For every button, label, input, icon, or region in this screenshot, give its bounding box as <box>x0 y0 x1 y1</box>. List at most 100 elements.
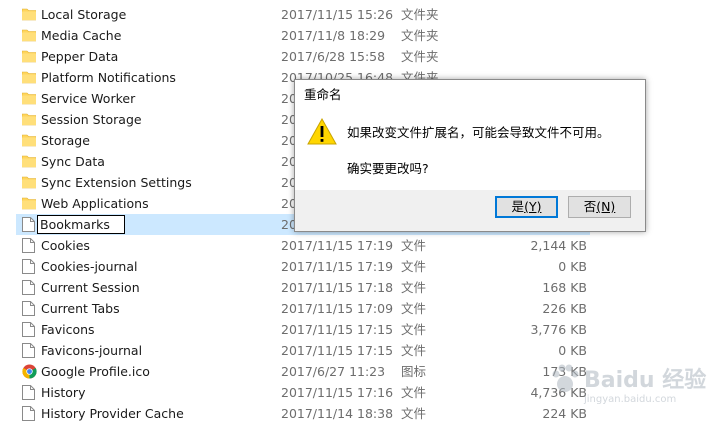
rename-confirm-dialog: 重命名 如果改变文件扩展名，可能会导致文件不可用。 确实要更改吗? 是(Y) 否… <box>294 79 646 232</box>
file-name: Favicons-journal <box>41 343 143 358</box>
folder-icon <box>21 7 37 22</box>
yes-button-label: 是 <box>511 199 525 214</box>
folder-icon <box>21 70 37 85</box>
yes-button-key: (Y) <box>524 199 542 214</box>
file-icon <box>22 259 36 274</box>
file-type: 文件 <box>401 301 427 316</box>
file-size <box>480 46 587 67</box>
file-date: 2017/6/28 15:58 <box>281 49 386 64</box>
file-size: 3,776 KB <box>530 322 587 337</box>
file-row[interactable]: Current Tabs 2017/11/15 17:09 文件 226 KB <box>0 298 719 319</box>
file-row[interactable]: Pepper Data 2017/6/28 15:58 文件夹 <box>0 46 719 67</box>
folder-icon <box>21 154 37 169</box>
file-name: Sync Extension Settings <box>41 175 192 190</box>
file-name: Service Worker <box>41 91 136 106</box>
file-size: 168 KB <box>542 280 587 295</box>
chrome-icon <box>22 364 37 379</box>
folder-icon <box>21 196 37 211</box>
file-date: 2017/11/15 17:09 <box>281 301 394 316</box>
file-date: 2017/11/15 17:19 <box>281 259 394 274</box>
file-name: Google Profile.ico <box>41 364 150 379</box>
file-icon <box>22 280 36 295</box>
dialog-question: 确实要更改吗? <box>347 161 429 176</box>
file-date: 2017/11/8 18:29 <box>281 28 386 43</box>
file-date: 2017/11/15 17:15 <box>281 322 394 337</box>
folder-icon <box>21 112 37 127</box>
folder-icon <box>21 49 37 64</box>
file-row[interactable]: Local Storage 2017/11/15 15:26 文件夹 <box>0 4 719 25</box>
baidu-watermark: Baidu 经验 jingyan.baidu.com <box>548 362 706 405</box>
file-type: 文件 <box>401 280 427 295</box>
file-name: Media Cache <box>41 28 122 43</box>
dialog-message: 如果改变文件扩展名，可能会导致文件不可用。 <box>347 125 610 140</box>
file-size: 0 KB <box>558 259 587 274</box>
file-date: 2017/6/27 11:23 <box>281 364 386 379</box>
file-type: 文件 <box>401 406 427 421</box>
file-icon <box>22 238 36 253</box>
folder-icon <box>21 28 37 43</box>
watermark-subtext: jingyan.baidu.com <box>584 394 677 405</box>
folder-icon <box>21 91 37 106</box>
file-name: Current Session <box>41 280 140 295</box>
file-type: 文件 <box>401 343 427 358</box>
file-type: 文件 <box>401 238 427 253</box>
file-type: 文件 <box>401 322 427 337</box>
no-button-label: 否 <box>583 199 597 214</box>
file-name: Storage <box>41 133 90 148</box>
file-type: 文件 <box>401 259 427 274</box>
dialog-title: 重命名 <box>304 87 342 102</box>
file-type: 文件夹 <box>401 7 439 22</box>
file-row[interactable]: Current Session 2017/11/15 17:18 文件 168 KB <box>0 277 719 298</box>
file-icon <box>22 301 36 316</box>
file-icon <box>22 322 36 337</box>
file-name: Sync Data <box>41 154 105 169</box>
file-date: 2017/11/14 18:38 <box>281 406 394 421</box>
file-name: Local Storage <box>41 7 127 22</box>
file-name: Pepper Data <box>41 49 119 64</box>
file-icon <box>22 343 36 358</box>
dialog-body: 如果改变文件扩展名，可能会导致文件不可用。 确实要更改吗? <box>295 106 645 190</box>
file-date: 2017/11/15 15:26 <box>281 7 394 22</box>
file-name: Cookies <box>41 238 90 253</box>
file-type: 文件 <box>401 385 427 400</box>
file-size: 2,144 KB <box>530 238 587 253</box>
file-icon <box>22 406 36 421</box>
file-name: Current Tabs <box>41 301 120 316</box>
file-row[interactable]: Media Cache 2017/11/8 18:29 文件夹 <box>0 25 719 46</box>
rename-input[interactable]: Bookmarks <box>37 215 125 234</box>
file-size <box>480 25 587 46</box>
no-button[interactable]: 否(N) <box>568 196 631 218</box>
file-name: History Provider Cache <box>41 406 184 421</box>
file-icon <box>22 385 36 400</box>
paw-icon <box>552 364 579 392</box>
file-name: Web Applications <box>41 196 149 211</box>
yes-button[interactable]: 是(Y) <box>495 196 558 218</box>
folder-icon <box>21 133 37 148</box>
warning-icon <box>307 117 337 149</box>
file-row[interactable]: Cookies-journal 2017/11/15 17:19 文件 0 KB <box>0 256 719 277</box>
file-name: Platform Notifications <box>41 70 176 85</box>
file-size: 226 KB <box>542 301 587 316</box>
file-size: 0 KB <box>558 343 587 358</box>
file-name: History <box>41 385 86 400</box>
file-type: 文件夹 <box>401 28 439 43</box>
file-name: Cookies-journal <box>41 259 138 274</box>
file-row[interactable]: Cookies 2017/11/15 17:19 文件 2,144 KB <box>0 235 719 256</box>
no-button-key: (N) <box>596 199 616 214</box>
file-date: 2017/11/15 17:18 <box>281 280 394 295</box>
folder-icon <box>21 175 37 190</box>
file-name: Favicons <box>41 322 95 337</box>
file-icon <box>22 217 36 232</box>
file-name: Session Storage <box>41 112 142 127</box>
file-type: 图标 <box>401 364 427 379</box>
watermark-text: Baidu 经验 <box>584 368 707 393</box>
file-size: 224 KB <box>542 406 587 421</box>
file-date: 2017/11/15 17:15 <box>281 343 394 358</box>
dialog-titlebar[interactable]: 重命名 <box>295 80 645 106</box>
file-row[interactable]: History Provider Cache 2017/11/14 18:38 文件… <box>0 403 719 424</box>
file-row[interactable]: Favicons-journal 2017/11/15 17:15 文件 0 KB <box>0 340 719 361</box>
file-date: 2017/11/15 17:16 <box>281 385 394 400</box>
file-row[interactable]: Favicons 2017/11/15 17:15 文件 3,776 KB <box>0 319 719 340</box>
file-size <box>480 4 587 25</box>
dialog-footer: 是(Y) 否(N) <box>295 190 645 231</box>
